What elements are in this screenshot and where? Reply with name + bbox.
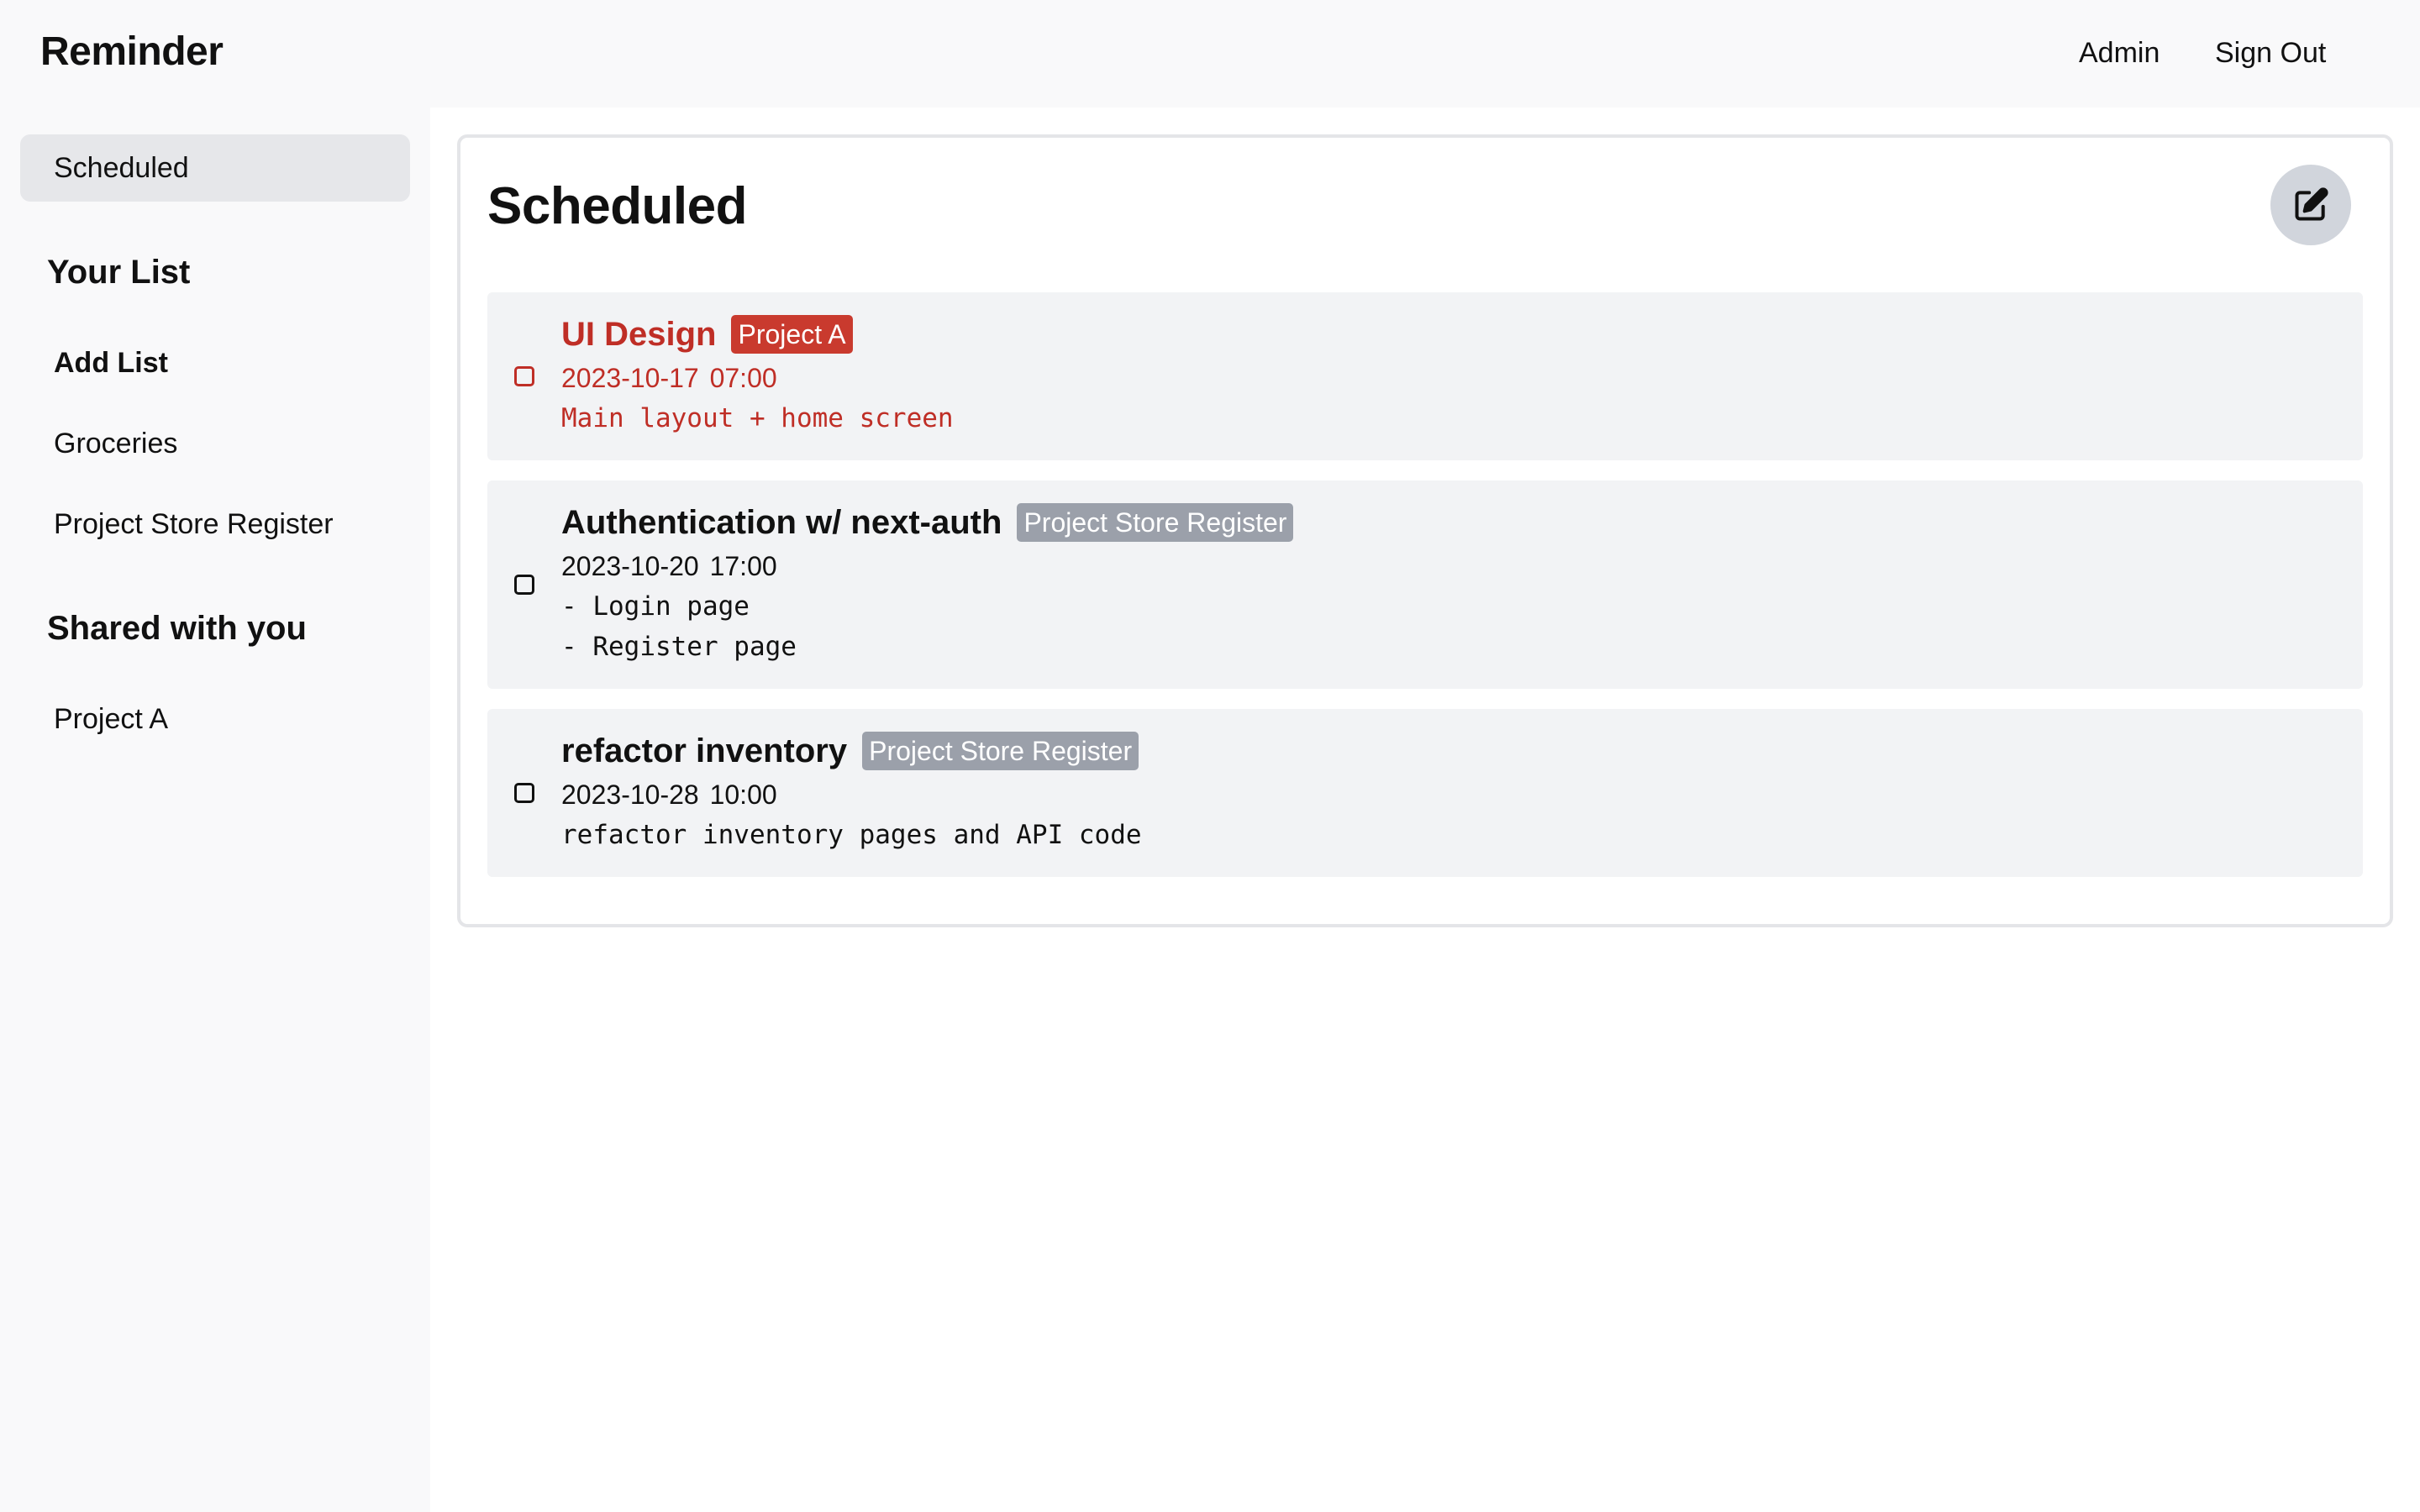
edit-button[interactable] <box>2270 165 2351 245</box>
task-note-line: Main layout + home screen <box>561 403 954 433</box>
task-content: UI Design Project A 2023-10-17 07:00 Mai… <box>561 312 954 438</box>
edit-icon <box>2292 186 2329 223</box>
task-title[interactable]: refactor inventory <box>561 729 847 773</box>
sidebar-item-scheduled[interactable]: Scheduled <box>20 134 410 202</box>
task-datetime: 2023-10-28 10:00 <box>561 780 777 810</box>
task-content: Authentication w/ next-auth Project Stor… <box>561 501 1294 667</box>
task-item[interactable]: refactor inventory Project Store Registe… <box>487 709 2363 877</box>
task-datetime: 2023-10-17 07:00 <box>561 363 777 393</box>
task-note-line: - Register page <box>561 632 797 662</box>
task-list-badge: Project Store Register <box>862 732 1139 770</box>
task-content: refactor inventory Project Store Registe… <box>561 729 1142 855</box>
scheduled-panel: Scheduled UI Design Project A 2023-10-17… <box>457 134 2393 927</box>
sidebar-item-project-store-register[interactable]: Project Store Register <box>20 491 410 558</box>
task-title[interactable]: UI Design <box>561 312 716 356</box>
top-header: Reminder Admin Sign Out <box>0 0 2420 108</box>
task-datetime: 2023-10-20 17:00 <box>561 551 777 581</box>
add-list-button[interactable]: Add List <box>20 329 410 396</box>
task-checkbox[interactable] <box>514 783 534 803</box>
shared-with-you-heading: Shared with you <box>47 610 307 647</box>
task-note-line: refactor inventory pages and API code <box>561 820 1142 850</box>
task-item[interactable]: UI Design Project A 2023-10-17 07:00 Mai… <box>487 292 2363 460</box>
sidebar-item-groceries[interactable]: Groceries <box>20 410 410 477</box>
page-title: Scheduled <box>487 177 748 235</box>
sign-out-link[interactable]: Sign Out <box>2215 32 2326 74</box>
task-item[interactable]: Authentication w/ next-auth Project Stor… <box>487 480 2363 689</box>
task-checkbox[interactable] <box>514 366 534 386</box>
task-checkbox[interactable] <box>514 575 534 595</box>
admin-link[interactable]: Admin <box>2079 32 2160 74</box>
task-list-badge: Project A <box>731 315 853 354</box>
task-list-badge: Project Store Register <box>1017 503 1294 542</box>
app-title: Reminder <box>40 29 224 74</box>
task-title[interactable]: Authentication w/ next-auth <box>561 501 1002 544</box>
task-title-row: refactor inventory Project Store Registe… <box>561 729 1142 773</box>
task-note-line: - Login page <box>561 591 750 622</box>
sidebar: Scheduled Your List Add List Groceries P… <box>0 108 430 1512</box>
task-title-row: Authentication w/ next-auth Project Stor… <box>561 501 1294 544</box>
task-title-row: UI Design Project A <box>561 312 954 356</box>
your-list-heading: Your List <box>47 254 191 291</box>
sidebar-item-project-a[interactable]: Project A <box>20 685 410 753</box>
